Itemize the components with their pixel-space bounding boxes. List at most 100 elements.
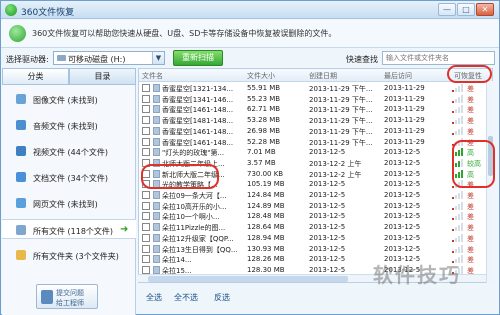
search-input[interactable] bbox=[382, 51, 495, 65]
file-icon bbox=[153, 201, 160, 210]
category-item-5[interactable]: 网页文件 (未找到) bbox=[2, 193, 136, 213]
row-checkbox[interactable] bbox=[142, 233, 150, 242]
file-name: 朵拉13生日得到【QQ... bbox=[162, 245, 238, 254]
column-header-name[interactable]: 文件名 bbox=[142, 71, 163, 81]
row-checkbox[interactable] bbox=[142, 223, 150, 232]
table-row[interactable]: 朵拉09一条大河【... 124.84 MB 2013-12-5 2013-12-5 差 bbox=[139, 190, 486, 201]
created-date: 2013-12-5 bbox=[309, 255, 346, 264]
column-header-created[interactable]: 创建日期 bbox=[309, 71, 337, 81]
contact-engineer-button[interactable]: 提交问题 给工程师 bbox=[36, 284, 98, 309]
signal-bar bbox=[458, 214, 460, 221]
file-size: 124.89 MB bbox=[247, 201, 285, 210]
signal-bar bbox=[452, 90, 454, 92]
signal-bar bbox=[461, 255, 463, 264]
signal-bar bbox=[452, 100, 454, 103]
maximize-button[interactable]: □ bbox=[457, 3, 475, 16]
table-row[interactable]: 香蜜星空[1321-134... 55.91 MB 2013-11-29 下午...… bbox=[139, 83, 486, 94]
last-accessed: 2013-11-29 bbox=[384, 84, 425, 92]
row-checkbox[interactable] bbox=[142, 148, 150, 157]
row-checkbox[interactable] bbox=[142, 191, 150, 199]
table-row[interactable]: "灯头的的玫瑰"第... 7.01 MB 2013-12-5 2013-12-5 高 bbox=[139, 147, 486, 158]
recoverability-label: 差 bbox=[467, 245, 474, 254]
table-row[interactable]: 朵拉10一个啊小... 128.48 MB 2013-12-5 2013-12-5 差 bbox=[139, 211, 486, 222]
row-checkbox[interactable] bbox=[142, 212, 150, 221]
column-header-accessed[interactable]: 最后访问 bbox=[384, 71, 412, 81]
row-checkbox[interactable] bbox=[142, 126, 150, 135]
row-checkbox[interactable] bbox=[142, 255, 150, 264]
select-none-link[interactable]: 全不选 bbox=[174, 292, 198, 303]
chevron-down-icon[interactable]: ▼ bbox=[152, 52, 164, 64]
signal-bar bbox=[458, 235, 460, 242]
tab-category[interactable]: 分类 bbox=[2, 68, 69, 85]
table-row[interactable]: 香蜜星空[1461-148... 52.28 MB 2013-11-29 下午...… bbox=[139, 137, 486, 148]
app-logo-icon bbox=[5, 4, 17, 16]
row-checkbox[interactable] bbox=[142, 116, 150, 125]
row-checkbox[interactable] bbox=[142, 137, 150, 146]
table-row[interactable]: 香蜜星空[1481-148... 53.28 MB 2013-11-29 下午...… bbox=[139, 115, 486, 126]
signal-bar bbox=[455, 205, 457, 210]
drive-select[interactable]: 可移动磁盘 (H:) ▼ bbox=[53, 51, 165, 65]
invert-selection-link[interactable]: 反选 bbox=[214, 292, 230, 303]
file-size: 124.84 MB bbox=[247, 191, 285, 199]
table-row[interactable]: 香蜜星空[1461-148... 26.98 MB 2013-11-29 下午...… bbox=[139, 126, 486, 137]
table-row[interactable]: 朵拉12升级家【QQP... 128.94 MB 2013-12-5 2013-12-… bbox=[139, 233, 486, 244]
file-size: 55.23 MB bbox=[247, 94, 281, 103]
info-banner: 360文件恢复可以帮助您快速从硬盘、U盘、SD卡等存储设备中恢复被误删除的文件。 bbox=[1, 20, 499, 48]
row-checkbox[interactable] bbox=[142, 94, 150, 103]
close-button[interactable]: ✕ bbox=[476, 3, 494, 16]
row-checkbox[interactable] bbox=[142, 244, 150, 253]
signal-bar bbox=[452, 111, 454, 114]
signal-bar bbox=[452, 250, 454, 253]
tab-directory[interactable]: 目录 bbox=[69, 68, 136, 85]
category-item-2[interactable]: 音频文件 (未找到) bbox=[2, 115, 136, 135]
signal-bar bbox=[461, 94, 463, 103]
row-checkbox[interactable] bbox=[142, 201, 150, 210]
last-accessed: 2013-11-29 bbox=[384, 105, 425, 114]
table-row[interactable]: 香蜜星空[1341-146... 55.23 MB 2013-11-29 下午...… bbox=[139, 94, 486, 105]
created-date: 2013-11-29 下午... bbox=[309, 106, 373, 115]
music-icon bbox=[16, 120, 26, 130]
table-header: 文件名 文件大小 创建日期 最后访问 可恢复性 bbox=[139, 69, 492, 82]
row-checkbox[interactable] bbox=[142, 105, 150, 114]
signal-bar bbox=[458, 193, 460, 199]
signal-bar bbox=[461, 223, 463, 232]
file-name: 朵拉09一条大河【... bbox=[162, 192, 227, 200]
created-date: 2013-12-5 bbox=[309, 233, 346, 242]
category-item-1[interactable]: 图像文件 (未找到) bbox=[2, 89, 136, 109]
rescan-button[interactable]: 重新扫描 bbox=[173, 50, 223, 66]
created-date: 2013-11-29 下午... bbox=[309, 127, 373, 136]
signal-bar bbox=[461, 126, 463, 135]
row-checkbox[interactable] bbox=[142, 84, 150, 92]
minimize-button[interactable]: — bbox=[438, 3, 456, 16]
created-date: 2013-12-5 bbox=[309, 191, 346, 199]
category-item-4[interactable]: 文档文件 (34个文件) bbox=[2, 167, 136, 187]
recoverability-label: 差 bbox=[467, 192, 474, 200]
signal-bar bbox=[461, 233, 463, 242]
signal-bars-icon bbox=[452, 223, 464, 232]
file-name: 朵拉12升级家【QQP... bbox=[162, 234, 234, 243]
recoverability-label: 差 bbox=[467, 127, 474, 136]
row-checkbox[interactable] bbox=[142, 265, 150, 274]
created-date: 2013-11-29 下午... bbox=[309, 117, 373, 126]
title-bar[interactable]: 360文件恢复 — □ ✕ bbox=[1, 1, 499, 19]
category-item-7[interactable]: 所有文件夹 (3个文件夹) bbox=[2, 245, 136, 265]
column-header-size[interactable]: 文件大小 bbox=[247, 71, 275, 81]
category-item-3[interactable]: 视频文件 (44个文件) bbox=[2, 141, 136, 161]
category-label: 所有文件夹 (3个文件夹) bbox=[33, 252, 119, 261]
annotation-circle bbox=[141, 164, 219, 189]
file-size: 62.71 MB bbox=[247, 105, 281, 114]
table-row[interactable]: 朵拉10高开乐的小... 124.89 MB 2013-12-5 2013-12-5 差 bbox=[139, 201, 486, 212]
select-all-link[interactable]: 全选 bbox=[146, 292, 162, 303]
file-size: 128.64 MB bbox=[247, 223, 285, 232]
category-item-6[interactable]: 所有文件 (118个文件) ➜ bbox=[2, 219, 136, 239]
signal-bars-icon bbox=[452, 191, 464, 199]
signal-bar bbox=[458, 118, 460, 125]
signal-bar bbox=[452, 218, 454, 221]
signal-bar bbox=[452, 197, 454, 199]
table-row[interactable]: 朵拉11Pizzle的图... 128.64 MB 2013-12-5 2013-12… bbox=[139, 222, 486, 233]
table-row[interactable]: 香蜜星空[1461-148... 62.71 MB 2013-11-29 下午...… bbox=[139, 104, 486, 115]
file-size: 730.00 KB bbox=[247, 169, 284, 178]
scrollbar-thumb[interactable] bbox=[148, 276, 348, 282]
table-row[interactable]: 朵拉13生日得到【QQ... 130.93 MB 2013-12-5 2013-12-… bbox=[139, 244, 486, 255]
file-name: "灯头的的玫瑰"第... bbox=[162, 149, 225, 158]
